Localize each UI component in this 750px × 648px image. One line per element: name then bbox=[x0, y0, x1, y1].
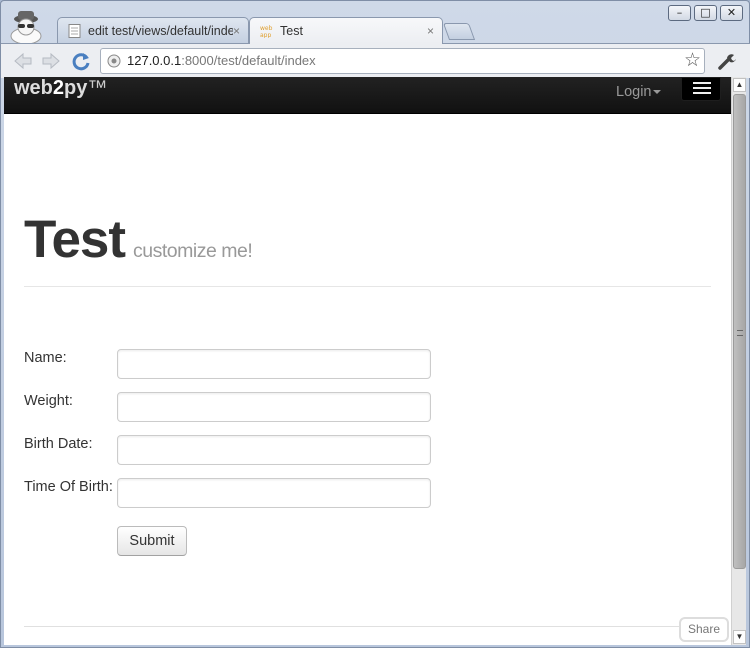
name-input[interactable] bbox=[117, 349, 431, 379]
tab-close-icon[interactable]: × bbox=[233, 18, 240, 44]
hamburger-icon bbox=[693, 82, 711, 84]
tab-test[interactable]: web app Test × bbox=[249, 17, 443, 44]
back-arrow-icon[interactable] bbox=[12, 50, 34, 72]
svg-text:web: web bbox=[260, 25, 273, 32]
page-title: Test bbox=[24, 210, 126, 269]
window-controls: – □ ✕ bbox=[668, 5, 743, 21]
browser-toolbar: 127.0.0.1:8000/test/default/index ☆ bbox=[1, 43, 750, 78]
wrench-icon[interactable] bbox=[717, 51, 737, 71]
hamburger-icon bbox=[693, 87, 711, 89]
page-viewport: web2py™ Login Test customize me! Name: We… bbox=[4, 77, 731, 645]
page-subtitle: customize me! bbox=[133, 240, 253, 262]
svg-text:app: app bbox=[260, 32, 271, 38]
tab-strip: edit test/views/default/index.html × web… bbox=[51, 17, 491, 44]
brand-text: web bbox=[14, 77, 53, 99]
scroll-down-arrow-icon[interactable]: ▼ bbox=[733, 630, 746, 644]
forward-arrow-icon[interactable] bbox=[40, 50, 62, 72]
web2py-app-icon: web app bbox=[260, 25, 273, 38]
brand-text: 2 bbox=[52, 77, 65, 99]
url-host: 127.0.0.1 bbox=[127, 53, 182, 68]
menu-toggle-button[interactable] bbox=[681, 77, 721, 101]
url-path: :8000/test/default/index bbox=[181, 53, 316, 68]
vertical-scrollbar[interactable]: ▲ ▼ bbox=[731, 77, 746, 645]
form-row-weight: Weight: bbox=[24, 392, 454, 424]
weight-input[interactable] bbox=[117, 392, 431, 422]
field-label: Weight: bbox=[24, 393, 73, 409]
birth-date-input[interactable] bbox=[117, 435, 431, 465]
scroll-thumb[interactable] bbox=[733, 94, 746, 569]
time-of-birth-input[interactable] bbox=[117, 478, 431, 508]
page-header: Test customize me! bbox=[24, 209, 711, 287]
tab-edit-index[interactable]: edit test/views/default/index.html × bbox=[57, 17, 249, 44]
submit-button[interactable]: Submit bbox=[117, 526, 187, 556]
hamburger-icon bbox=[693, 92, 711, 94]
footer-divider bbox=[24, 626, 711, 627]
tab-title: edit test/views/default/index.html bbox=[88, 24, 233, 38]
form-row-birth-date: Birth Date: bbox=[24, 435, 454, 467]
tab-close-icon[interactable]: × bbox=[427, 18, 434, 44]
brand-tm: ™ bbox=[87, 77, 108, 99]
document-icon bbox=[68, 24, 81, 38]
field-label: Time Of Birth: bbox=[24, 479, 113, 495]
form-row-time-of-birth: Time Of Birth: bbox=[24, 478, 454, 510]
close-window-button[interactable]: ✕ bbox=[720, 5, 743, 21]
scroll-up-arrow-icon[interactable]: ▲ bbox=[733, 78, 746, 92]
bookmark-star-icon[interactable]: ☆ bbox=[684, 50, 701, 72]
reload-icon[interactable] bbox=[70, 50, 92, 72]
caret-down-icon bbox=[653, 90, 662, 95]
form-row-name: Name: bbox=[24, 349, 454, 381]
grip-icon bbox=[737, 330, 743, 336]
field-label: Name: bbox=[24, 350, 67, 366]
share-button[interactable]: Share bbox=[679, 617, 729, 642]
login-label: Login bbox=[616, 84, 652, 100]
maximize-button[interactable]: □ bbox=[694, 5, 717, 21]
brand-logo[interactable]: web2py™ bbox=[14, 77, 107, 99]
new-tab-button[interactable] bbox=[442, 23, 476, 40]
login-dropdown[interactable]: Login bbox=[616, 83, 662, 101]
field-label: Birth Date: bbox=[24, 436, 93, 452]
address-bar[interactable]: 127.0.0.1:8000/test/default/index ☆ bbox=[100, 48, 705, 74]
brand-text: py bbox=[64, 77, 88, 99]
minimize-button[interactable]: – bbox=[668, 5, 691, 21]
tab-title: Test bbox=[280, 24, 303, 38]
top-navbar: web2py™ Login bbox=[4, 77, 731, 114]
incognito-icon bbox=[10, 11, 42, 43]
globe-icon bbox=[107, 54, 121, 68]
